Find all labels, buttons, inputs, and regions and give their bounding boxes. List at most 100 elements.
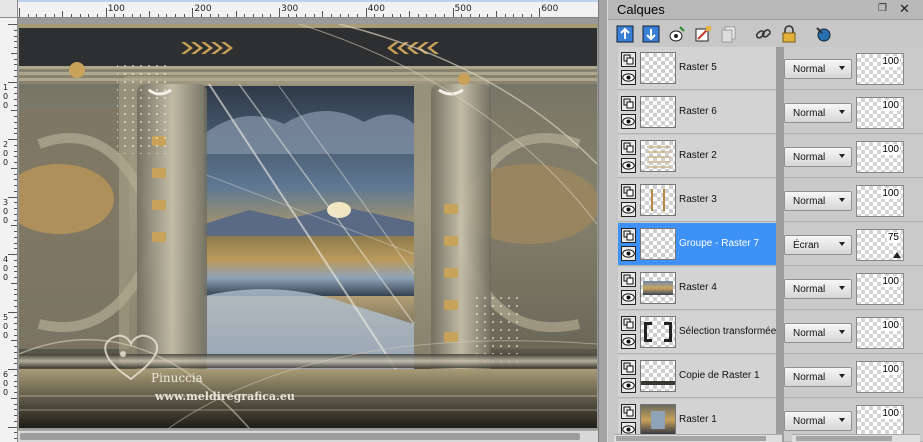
opacity-field[interactable]: 100 xyxy=(856,361,904,393)
blend-mode-dropdown[interactable]: Normal xyxy=(784,411,852,431)
layer-main[interactable]: Raster 6 xyxy=(618,91,776,134)
link-layers-icon[interactable] xyxy=(752,23,774,45)
layer-thumbnail[interactable] xyxy=(640,52,676,84)
layer-props-scroll-thumb[interactable] xyxy=(796,436,892,441)
layer-thumbnail[interactable] xyxy=(640,96,676,128)
layer-main[interactable]: Groupe - Raster 7 xyxy=(618,223,785,266)
opacity-field[interactable]: 100 xyxy=(856,185,904,217)
opacity-value[interactable]: 100 xyxy=(881,364,900,375)
eye-icon[interactable] xyxy=(621,246,636,261)
eye-icon[interactable] xyxy=(621,334,636,349)
image-canvas[interactable]: Pinuccia www.meldiregrafica.eu xyxy=(19,24,597,428)
layer-expand-icon[interactable] xyxy=(621,272,636,287)
opacity-value[interactable]: 100 xyxy=(881,320,900,331)
layer-thumbnail[interactable] xyxy=(640,404,676,436)
layer-thumbnail[interactable] xyxy=(640,228,676,260)
blend-mode-dropdown[interactable]: Normal xyxy=(784,59,852,79)
canvas-horizontal-scrollbar[interactable] xyxy=(18,430,598,442)
layer-expand-icon[interactable] xyxy=(621,404,636,419)
opacity-slider-marker[interactable] xyxy=(893,252,901,258)
lock-layer-icon[interactable] xyxy=(778,23,800,45)
layer-main[interactable]: Raster 5 xyxy=(618,47,776,90)
new-vector-layer-icon[interactable] xyxy=(640,23,662,45)
layer-thumbnail[interactable] xyxy=(640,140,676,172)
chevron-down-icon xyxy=(839,198,845,202)
layer-thumbnail[interactable] xyxy=(640,316,676,348)
layer-main[interactable]: Raster 4 xyxy=(618,267,776,310)
layer-list-scrollbar[interactable] xyxy=(614,434,782,442)
layer-thumbnail[interactable] xyxy=(640,360,676,392)
opacity-field[interactable]: 100 xyxy=(856,405,904,437)
eye-icon[interactable] xyxy=(621,378,636,393)
ruler-tick xyxy=(8,426,17,428)
layer-row[interactable]: Raster 3 Normal 100 xyxy=(608,179,923,223)
layer-main[interactable]: Raster 2 xyxy=(618,135,776,178)
layer-expand-icon[interactable] xyxy=(621,184,636,199)
layer-row[interactable]: Sélection transformée Normal 100 xyxy=(608,311,923,355)
ruler-tick xyxy=(478,14,480,17)
opacity-value[interactable]: 100 xyxy=(881,144,900,155)
layer-expand-icon[interactable] xyxy=(621,140,636,155)
opacity-field[interactable]: 75 xyxy=(856,229,904,261)
layer-list-scroll-thumb[interactable] xyxy=(616,436,766,441)
canvas-scroll-thumb[interactable] xyxy=(20,433,580,440)
pin-icon[interactable]: ❐ xyxy=(878,3,887,14)
blend-mode-dropdown[interactable]: Normal xyxy=(784,323,852,343)
duplicate-layer-icon[interactable] xyxy=(718,23,740,45)
ruler-tick xyxy=(14,438,17,439)
opacity-field[interactable]: 100 xyxy=(856,273,904,305)
new-adjustment-layer-icon[interactable] xyxy=(692,23,714,45)
layer-name: Sélection transformée xyxy=(679,326,777,337)
layer-row[interactable]: Raster 2 Normal 100 xyxy=(608,135,923,179)
layer-row[interactable]: Copie de Raster 1 Normal 100 xyxy=(608,355,923,399)
layer-expand-icon[interactable] xyxy=(621,316,636,331)
layer-row[interactable]: Raster 6 Normal 100 xyxy=(608,91,923,135)
layer-main[interactable]: Sélection transformée xyxy=(618,311,776,354)
layer-expand-icon[interactable] xyxy=(621,228,636,243)
ruler-tick xyxy=(14,93,17,94)
opacity-value[interactable]: 100 xyxy=(881,276,900,287)
chevron-down-icon xyxy=(839,286,845,290)
panel-splitter[interactable] xyxy=(598,0,608,442)
opacity-field[interactable]: 100 xyxy=(856,97,904,129)
layer-row[interactable]: Raster 5 Normal 100 xyxy=(608,47,923,91)
ruler-tick xyxy=(14,294,17,296)
close-icon[interactable]: ✕ xyxy=(899,1,910,17)
layer-row[interactable]: Raster 4 Normal 100 xyxy=(608,267,923,311)
layer-thumbnail[interactable] xyxy=(640,272,676,304)
opacity-value[interactable]: 100 xyxy=(881,100,900,111)
eye-icon[interactable] xyxy=(621,290,636,305)
blend-mode-value: Normal xyxy=(793,372,826,383)
layer-expand-icon[interactable] xyxy=(621,360,636,375)
eye-icon[interactable] xyxy=(621,114,636,129)
ruler-tick xyxy=(495,11,497,17)
blend-mode-dropdown[interactable]: Normal xyxy=(784,191,852,211)
blend-mode-dropdown[interactable]: Normal xyxy=(784,103,852,123)
opacity-field[interactable]: 100 xyxy=(856,141,904,173)
opacity-value[interactable]: 100 xyxy=(881,56,900,67)
layer-main[interactable]: Raster 3 xyxy=(618,179,776,222)
new-raster-layer-icon[interactable] xyxy=(614,23,636,45)
layer-expand-icon[interactable] xyxy=(621,52,636,67)
layer-properties: Écran 75 xyxy=(784,223,923,266)
layer-properties-icon[interactable] xyxy=(812,23,834,45)
eye-icon[interactable] xyxy=(621,70,636,85)
layer-main[interactable]: Copie de Raster 1 xyxy=(618,355,776,398)
new-mask-layer-icon[interactable] xyxy=(666,23,688,45)
layer-expand-icon[interactable] xyxy=(621,96,636,111)
blend-mode-dropdown[interactable]: Normal xyxy=(784,367,852,387)
layer-props-scrollbar[interactable] xyxy=(792,434,920,442)
opacity-field[interactable]: 100 xyxy=(856,317,904,349)
opacity-field[interactable]: 100 xyxy=(856,53,904,85)
layer-row[interactable]: Groupe - Raster 7 Écran 75 xyxy=(608,223,923,267)
opacity-value[interactable]: 100 xyxy=(881,188,900,199)
eye-icon[interactable] xyxy=(621,202,636,217)
blend-mode-dropdown[interactable]: Normal xyxy=(784,279,852,299)
eye-icon[interactable] xyxy=(621,158,636,173)
opacity-value[interactable]: 75 xyxy=(886,232,900,243)
opacity-value[interactable]: 100 xyxy=(881,408,900,419)
layer-thumbnail[interactable] xyxy=(640,184,676,216)
blend-mode-dropdown[interactable]: Normal xyxy=(784,147,852,167)
blend-mode-dropdown[interactable]: Écran xyxy=(784,235,852,255)
ruler-label: 6 0 0 xyxy=(3,370,9,397)
